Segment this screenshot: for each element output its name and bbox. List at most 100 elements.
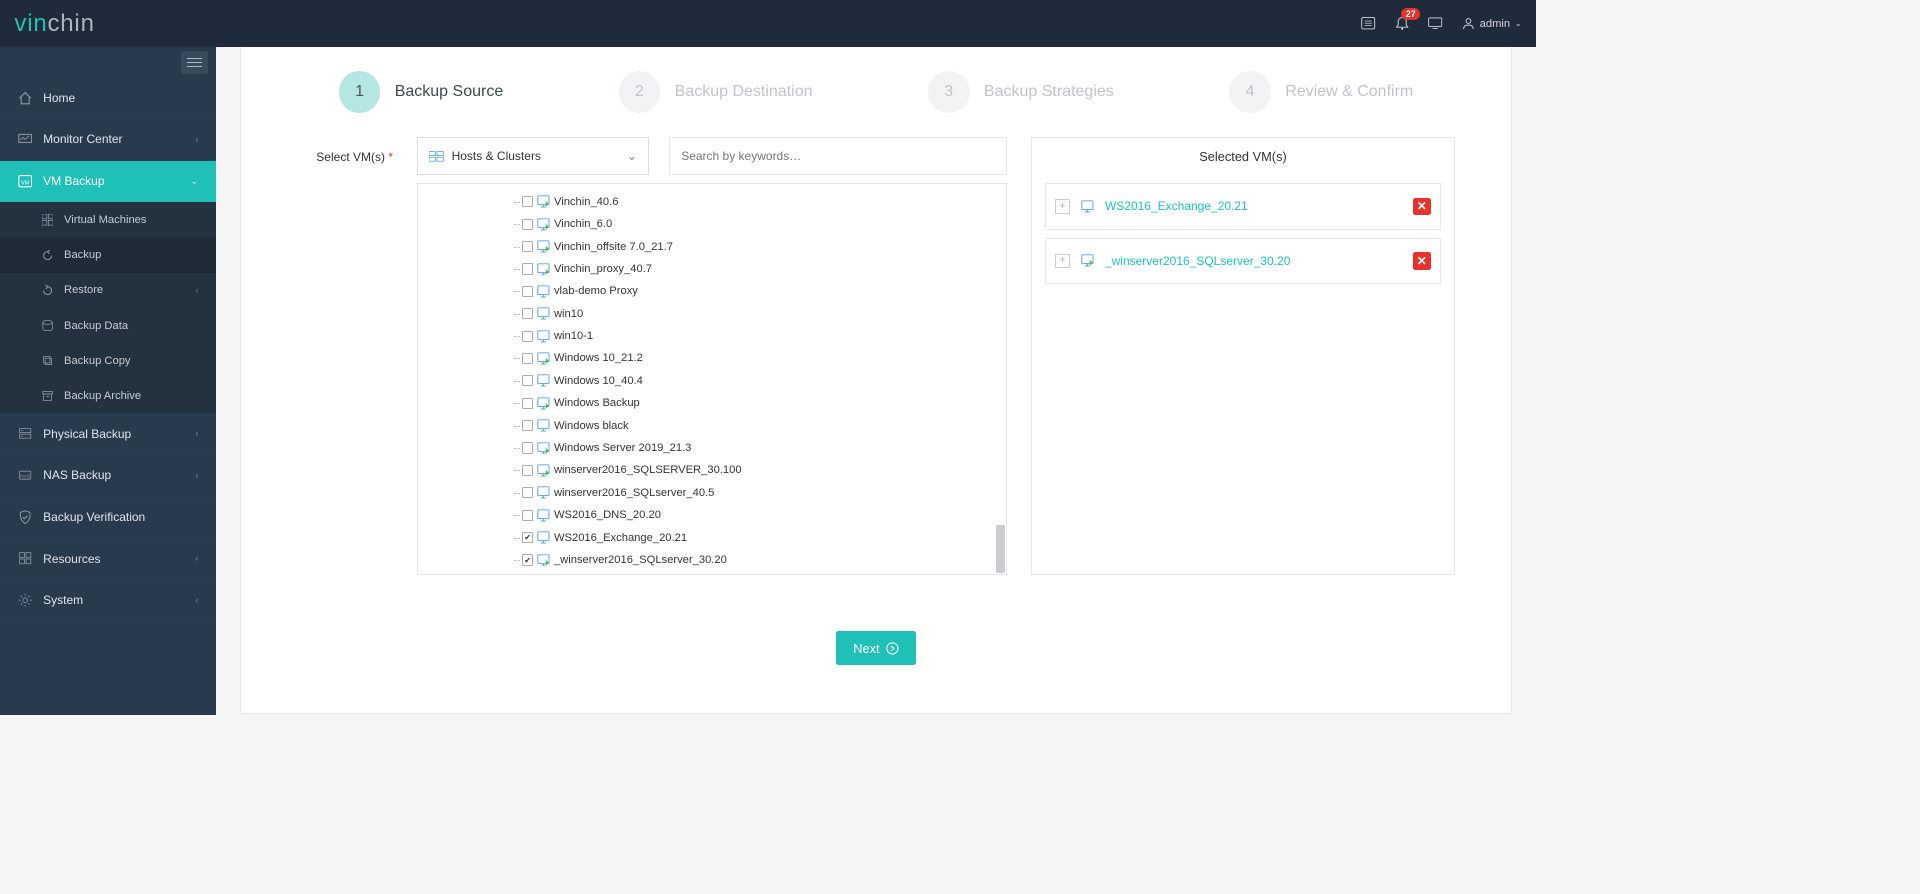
vm-tree-item[interactable]: Windows 10_40.4 xyxy=(522,370,1006,392)
monitor-icon[interactable] xyxy=(1428,16,1442,30)
checkbox[interactable] xyxy=(522,554,533,565)
archive-icon xyxy=(40,389,54,403)
vm-tree-item[interactable]: Vinchin_proxy_40.7 xyxy=(522,258,1006,280)
remove-button[interactable]: ✕ xyxy=(1413,252,1431,270)
vm-tree-item[interactable]: WS2016_DNS_20.20 xyxy=(522,504,1006,526)
selected-vm-item: +WS2016_Exchange_20.21✕ xyxy=(1045,183,1441,229)
sidebar-item-home[interactable]: Home xyxy=(0,78,216,120)
vm-icon xyxy=(537,352,551,365)
step-backup-source[interactable]: 1 Backup Source xyxy=(339,71,504,113)
step-backup-destination[interactable]: 2 Backup Destination xyxy=(619,71,813,113)
checkbox[interactable] xyxy=(522,375,533,386)
expand-button[interactable]: + xyxy=(1055,199,1069,213)
scrollbar-thumb[interactable] xyxy=(996,525,1006,573)
sub-item-label: Backup Archive xyxy=(64,390,141,402)
step-label: Backup Source xyxy=(395,83,504,101)
sub-item-backup-archive[interactable]: Backup Archive xyxy=(0,378,216,413)
chevron-left-icon: ‹ xyxy=(195,553,198,564)
vm-icon xyxy=(537,464,551,477)
checkbox[interactable] xyxy=(522,263,533,274)
sidebar-item-monitor-center[interactable]: Monitor Center ‹ xyxy=(0,119,216,161)
logo-suffix: chin xyxy=(47,10,94,37)
chevron-down-icon: ⌄ xyxy=(627,149,637,163)
bell-icon[interactable]: 27 xyxy=(1395,16,1409,30)
checkbox[interactable] xyxy=(522,353,533,364)
vm-tree-item[interactable]: Vinchin_40.6 xyxy=(522,191,1006,213)
checkbox[interactable] xyxy=(522,219,533,230)
sub-item-backup[interactable]: Backup xyxy=(0,238,216,273)
vm-tree-item[interactable]: Windows Server 2019_21.3 xyxy=(522,437,1006,459)
view-filter-select[interactable]: Hosts & Clusters ⌄ xyxy=(417,137,649,175)
task-log-icon[interactable] xyxy=(1361,16,1375,30)
vm-tree-item[interactable]: winserver2016_SQLserver_40.5 xyxy=(522,482,1006,504)
sub-item-virtual-machines[interactable]: Virtual Machines xyxy=(0,202,216,237)
step-number: 1 xyxy=(339,71,381,113)
step-number: 2 xyxy=(619,71,661,113)
vm-label: Vinchin_6.0 xyxy=(554,218,612,230)
chevron-left-icon: ‹ xyxy=(195,285,198,295)
logo: vinchin xyxy=(14,10,94,38)
vm-tree-item[interactable]: Windows black xyxy=(522,414,1006,436)
step-review-confirm[interactable]: 4 Review & Confirm xyxy=(1229,71,1413,113)
sidebar-item-vm-backup[interactable]: VM VM Backup ⌄ xyxy=(0,161,216,203)
user-menu[interactable]: admin ⌄ xyxy=(1462,17,1522,30)
vm-tree-item[interactable]: winserver2016_SQLSERVER_30.100 xyxy=(522,459,1006,481)
vm-label: Vinchin_40.6 xyxy=(554,196,619,208)
sub-item-label: Restore xyxy=(64,284,103,296)
vm-tree-item[interactable]: Vinchin_offsite 7.0_21.7 xyxy=(522,235,1006,257)
refresh-icon xyxy=(40,248,54,262)
vm-label: winserver2016_SQLserver_40.5 xyxy=(554,487,714,499)
vm-tree-item[interactable]: Windows 10_21.2 xyxy=(522,347,1006,369)
sub-item-backup-copy[interactable]: Backup Copy xyxy=(0,343,216,378)
vm-label: win10-1 xyxy=(554,330,593,342)
sub-item-label: Backup xyxy=(64,249,101,261)
checkbox[interactable] xyxy=(522,532,533,543)
checkbox[interactable] xyxy=(522,308,533,319)
checkbox[interactable] xyxy=(522,420,533,431)
checkbox[interactable] xyxy=(522,196,533,207)
sub-item-restore[interactable]: Restore ‹ xyxy=(0,273,216,308)
checkbox[interactable] xyxy=(522,510,533,521)
vm-tree-item[interactable]: win10-1 xyxy=(522,325,1006,347)
step-backup-strategies[interactable]: 3 Backup Strategies xyxy=(928,71,1114,113)
sub-item-backup-data[interactable]: Backup Data xyxy=(0,308,216,343)
vm-tree-item[interactable]: _winserver2016_SQLserver_30.20 xyxy=(522,549,1006,571)
search-input[interactable] xyxy=(669,137,1007,175)
checkbox[interactable] xyxy=(522,331,533,342)
sidebar-toggle[interactable] xyxy=(181,51,208,73)
checkbox[interactable] xyxy=(522,487,533,498)
vm-tree-item[interactable]: vlab-demo Proxy xyxy=(522,280,1006,302)
home-icon xyxy=(18,91,32,105)
sidebar-item-resources[interactable]: Resources ‹ xyxy=(0,538,216,580)
sidebar-item-nas-backup[interactable]: NAS NAS Backup ‹ xyxy=(0,455,216,497)
vm-icon xyxy=(537,240,551,253)
checkbox[interactable] xyxy=(522,465,533,476)
sidebar-item-backup-verification[interactable]: Backup Verification xyxy=(0,497,216,539)
nas-icon: NAS xyxy=(18,468,32,482)
chevron-down-icon: ⌄ xyxy=(190,176,198,187)
checkbox[interactable] xyxy=(522,241,533,252)
vm-label: Vinchin_offsite 7.0_21.7 xyxy=(554,241,673,253)
vm-tree-item[interactable]: WS2016_Exchange_20.21 xyxy=(522,526,1006,548)
vm-label: Windows black xyxy=(554,420,629,432)
vm-tree-item[interactable]: Vinchin_6.0 xyxy=(522,213,1006,235)
filter-label: Hosts & Clusters xyxy=(452,149,541,163)
checkbox[interactable] xyxy=(522,286,533,297)
sidebar-item-physical-backup[interactable]: Physical Backup ‹ xyxy=(0,413,216,455)
checkbox[interactable] xyxy=(522,442,533,453)
resources-icon xyxy=(18,551,32,565)
step-label: Backup Strategies xyxy=(984,83,1114,101)
vm-tree-item[interactable]: Windows Backup xyxy=(522,392,1006,414)
expand-button[interactable]: + xyxy=(1055,254,1069,268)
vm-tree-item[interactable]: win10 xyxy=(522,303,1006,325)
vm-icon xyxy=(537,397,551,410)
vm-label: Windows Backup xyxy=(554,397,640,409)
vm-label: WS2016_DNS_20.20 xyxy=(554,509,661,521)
sidebar-item-system[interactable]: System ‹ xyxy=(0,580,216,622)
selected-vm-label: _winserver2016_SQLserver_30.20 xyxy=(1105,254,1290,268)
checkbox[interactable] xyxy=(522,398,533,409)
vm-tree[interactable]: Vinchin_40.6 Vinchin_6.0 Vinchin_offsite 7… xyxy=(417,183,1007,575)
remove-button[interactable]: ✕ xyxy=(1413,198,1431,216)
vm-icon xyxy=(537,442,551,455)
next-button[interactable]: Next xyxy=(836,631,917,665)
